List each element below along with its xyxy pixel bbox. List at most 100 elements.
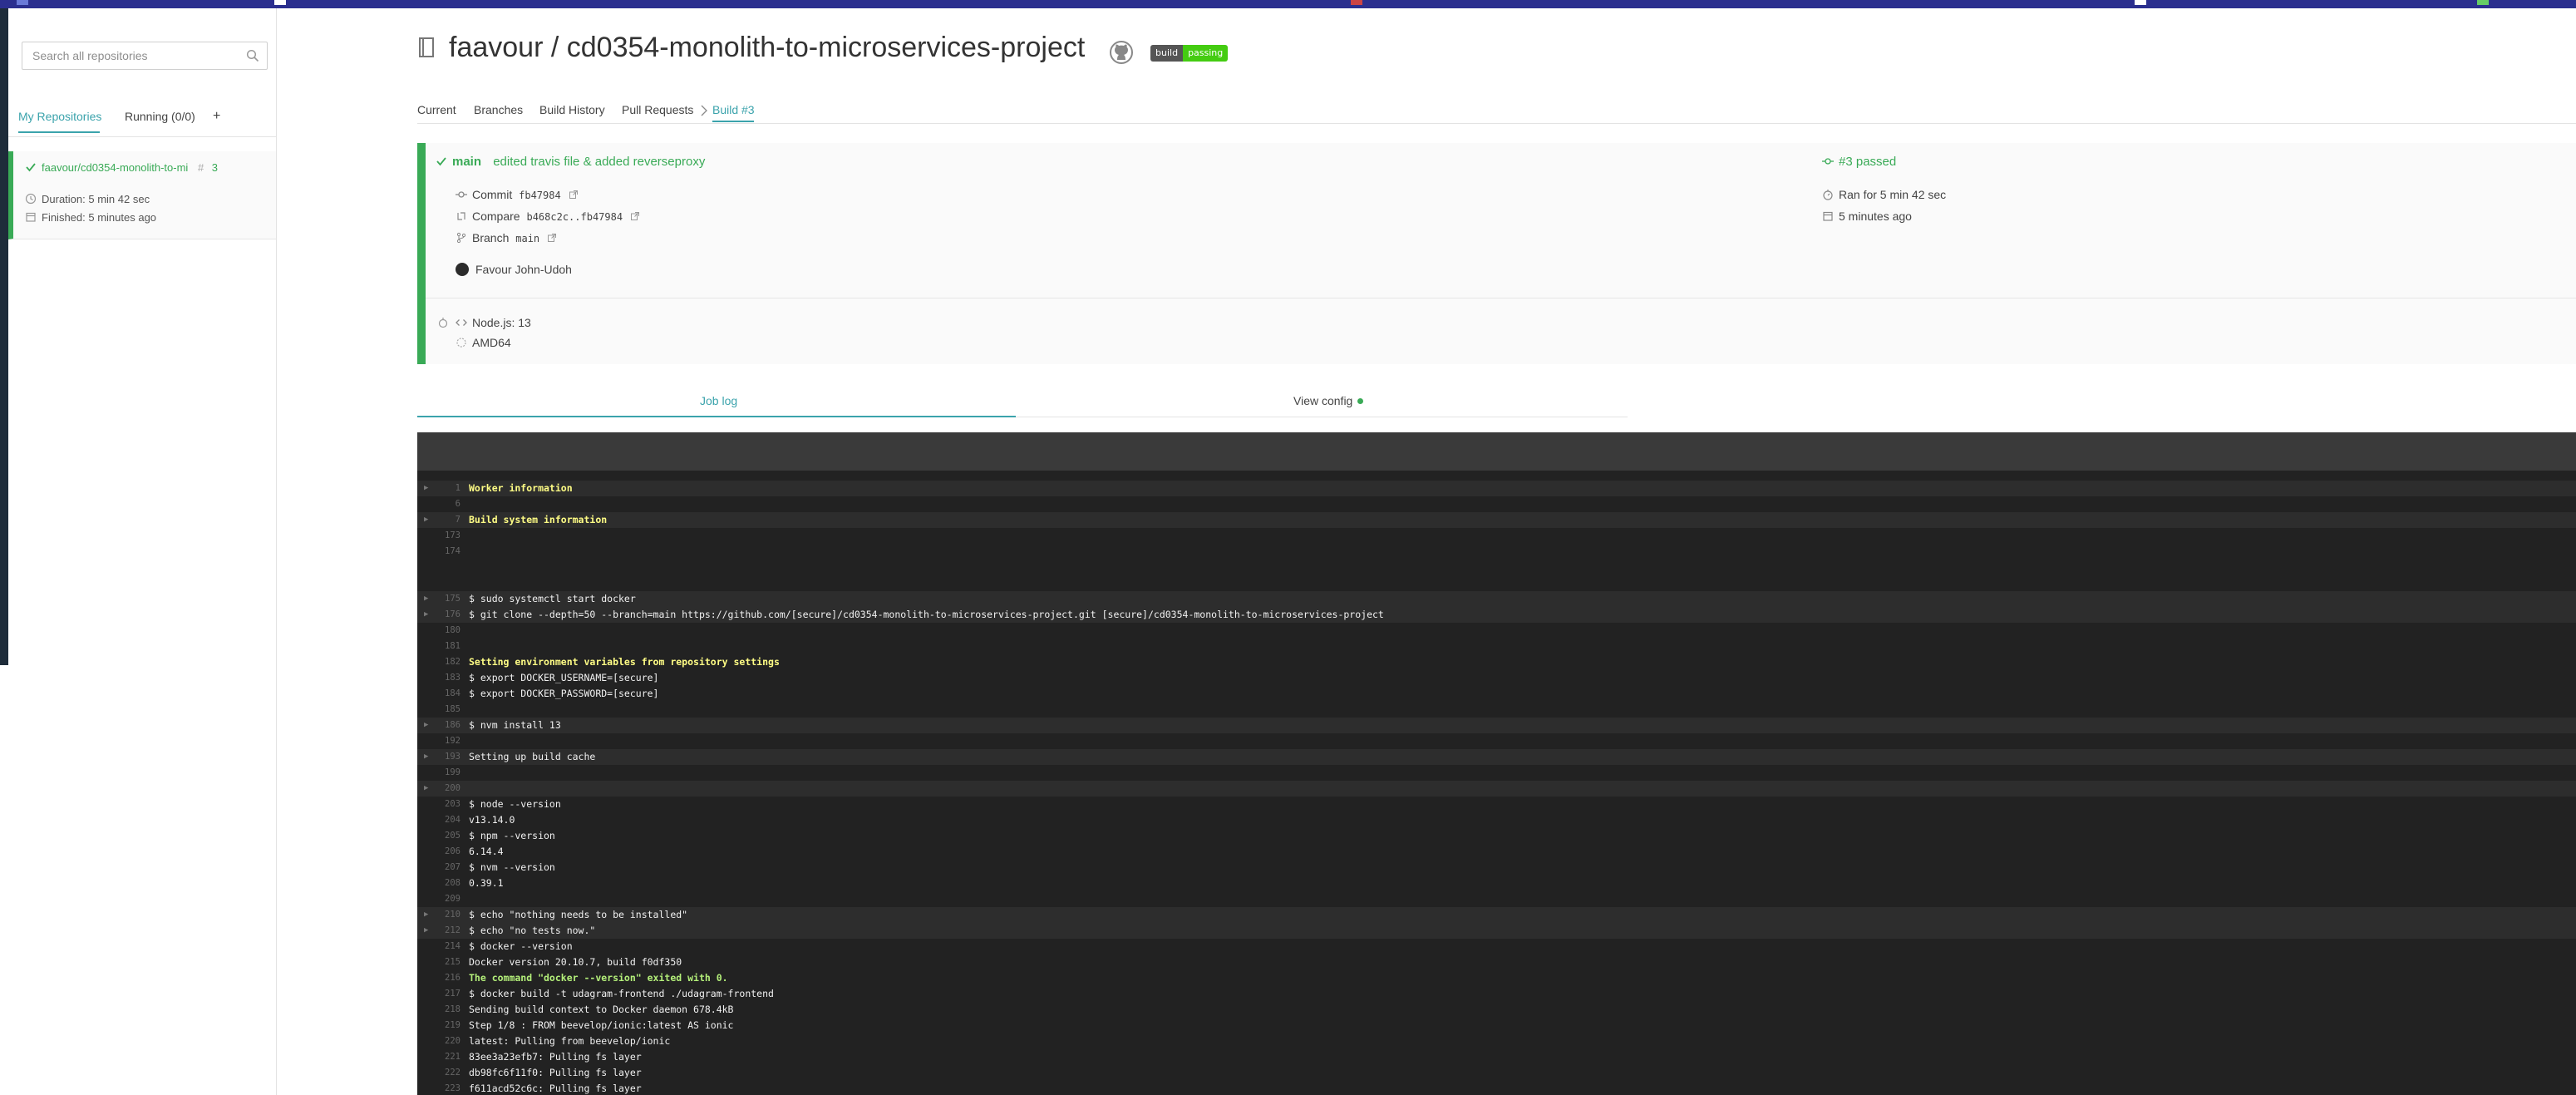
github-icon[interactable]	[1109, 40, 1134, 65]
log-line-number[interactable]: 204	[417, 812, 461, 828]
log-line-number[interactable]: 220	[417, 1033, 461, 1049]
commit-label: Commit	[472, 188, 513, 201]
log-line-number[interactable]: 209	[417, 891, 461, 907]
log-line-number[interactable]: 175	[417, 591, 461, 607]
log-line-number[interactable]: 174	[417, 544, 461, 560]
log-line[interactable]: ▶ 186 $ nvm install 13	[417, 718, 2576, 733]
log-line-number[interactable]: 208	[417, 876, 461, 891]
repo-build-number[interactable]: 3	[212, 161, 218, 174]
log-line[interactable]: ▶ 210 $ echo "nothing needs to be installe…	[417, 907, 2576, 923]
badge-status: passing	[1183, 45, 1229, 62]
log-line-number[interactable]: 214	[417, 939, 461, 954]
nav-current[interactable]: Current	[417, 103, 456, 116]
log-line-number[interactable]: 173	[417, 528, 461, 544]
log-line: 208 0.39.1	[417, 876, 2576, 891]
log-line[interactable]: ▶ 175 $ sudo systemctl start docker	[417, 591, 2576, 607]
nav-divider	[417, 123, 2576, 124]
log-line-number[interactable]: 176	[417, 607, 461, 623]
log-toolbar	[417, 432, 2576, 471]
log-line[interactable]: ▶ 193 Setting up build cache	[417, 749, 2576, 765]
compare-link[interactable]: b468c2c..fb47984	[526, 211, 623, 223]
job-status-icon	[438, 318, 448, 328]
search-input[interactable]	[31, 42, 242, 69]
repo-name-link[interactable]: faavour/cd0354-monolith-to-mi	[42, 161, 188, 174]
log-line-number[interactable]: 215	[417, 954, 461, 970]
nav-build[interactable]: Build #3	[712, 103, 755, 116]
log-line-number[interactable]: 218	[417, 1002, 461, 1018]
log-line-number[interactable]: 185	[417, 702, 461, 718]
tab-favicon	[2477, 0, 2489, 5]
log-body: ▶ 1 Worker information 6 ▶ 7 Build system info…	[417, 481, 2576, 1095]
log-line-number[interactable]: 184	[417, 686, 461, 702]
log-line-number[interactable]: 203	[417, 797, 461, 812]
commit-hash-link[interactable]: fb47984	[519, 190, 561, 201]
log-line[interactable]: ▶ 7 Build system information	[417, 512, 2576, 528]
commit-icon	[456, 191, 467, 198]
ran-for: Ran for 5 min 42 sec	[1839, 188, 1947, 201]
clock-icon	[25, 193, 37, 205]
log-line-number[interactable]: 183	[417, 670, 461, 686]
build-status-badge[interactable]: build passing	[1150, 45, 1229, 62]
external-link-icon[interactable]	[548, 234, 557, 242]
log-line-number[interactable]: 193	[417, 749, 461, 765]
tab-my-repositories[interactable]: My Repositories	[18, 110, 101, 123]
log-line: 216 The command "docker --version" exited…	[417, 970, 2576, 986]
tab-add[interactable]: +	[213, 109, 220, 124]
log-line-text: 83ee3a23efb7: Pulling fs layer	[469, 1051, 642, 1063]
log-line-text: $ nvm install 13	[469, 719, 561, 731]
tab-running[interactable]: Running (0/0)	[125, 110, 195, 123]
page-title: faavour / cd0354-monolith-to-microservic…	[417, 32, 1085, 64]
log-line[interactable]: ▶ 200	[417, 781, 2576, 797]
branch-name[interactable]: main	[452, 155, 481, 169]
code-icon	[456, 319, 467, 326]
compare-icon	[457, 212, 465, 220]
log-line-number[interactable]: 219	[417, 1018, 461, 1033]
log-line-number[interactable]: 199	[417, 765, 461, 781]
log-line: 6	[417, 496, 2576, 512]
log-line-number[interactable]: 212	[417, 923, 461, 939]
log-line-number[interactable]: 186	[417, 718, 461, 733]
log-line-number[interactable]: 200	[417, 781, 461, 797]
log-line: 192	[417, 733, 2576, 749]
sidebar-tabs: My Repositories Running (0/0) +	[18, 106, 268, 133]
job-log[interactable]: ▶ 1 Worker information 6 ▶ 7 Build system info…	[417, 432, 2576, 1095]
log-line-number[interactable]: 1	[417, 481, 461, 496]
log-line-number[interactable]: 207	[417, 860, 461, 876]
external-link-icon[interactable]	[569, 190, 578, 199]
log-line-text: $ export DOCKER_USERNAME=[secure]	[469, 672, 659, 683]
log-line[interactable]: ▶ 212 $ echo "no tests now."	[417, 923, 2576, 939]
log-line-number[interactable]: 216	[417, 970, 461, 986]
tab-view-config[interactable]: View config	[1293, 394, 1364, 407]
log-line[interactable]: ▶ 1 Worker information	[417, 481, 2576, 496]
external-link-icon[interactable]	[630, 212, 639, 220]
nav-build-history[interactable]: Build History	[539, 103, 605, 116]
log-line-number[interactable]: 222	[417, 1065, 461, 1081]
log-line-text: v13.14.0	[469, 814, 515, 826]
log-line-number[interactable]: 206	[417, 844, 461, 860]
commit-icon	[1822, 158, 1834, 165]
repo-card[interactable]: faavour/cd0354-monolith-to-mi # 3 Durati…	[8, 151, 276, 239]
log-line-number[interactable]: 217	[417, 986, 461, 1002]
log-line-number[interactable]: 182	[417, 654, 461, 670]
calendar-icon	[1823, 211, 1833, 221]
log-line-number[interactable]: 181	[417, 639, 461, 654]
log-line-text: $ node --version	[469, 798, 561, 810]
log-line-number[interactable]: 223	[417, 1081, 461, 1095]
log-line-number[interactable]: 221	[417, 1049, 461, 1065]
log-line-number[interactable]: 180	[417, 623, 461, 639]
log-line[interactable]: ▶ 176 $ git clone --depth=50 --branch=main…	[417, 607, 2576, 623]
log-line: 223 f611acd52c6c: Pulling fs layer	[417, 1081, 2576, 1095]
log-line-number[interactable]: 192	[417, 733, 461, 749]
log-line-number[interactable]: 7	[417, 512, 461, 528]
log-line-number[interactable]: 205	[417, 828, 461, 844]
tab-job-log[interactable]: Job log	[700, 394, 737, 407]
log-line-text: $ npm --version	[469, 830, 555, 841]
log-line: 173	[417, 528, 2576, 544]
log-line-number[interactable]: 6	[417, 496, 461, 512]
branch-link[interactable]: main	[515, 233, 539, 244]
log-line-number[interactable]: 210	[417, 907, 461, 923]
search-icon[interactable]	[246, 49, 259, 62]
nav-pull-requests[interactable]: Pull Requests	[622, 103, 693, 116]
search-box[interactable]	[22, 42, 268, 70]
nav-branches[interactable]: Branches	[474, 103, 523, 116]
